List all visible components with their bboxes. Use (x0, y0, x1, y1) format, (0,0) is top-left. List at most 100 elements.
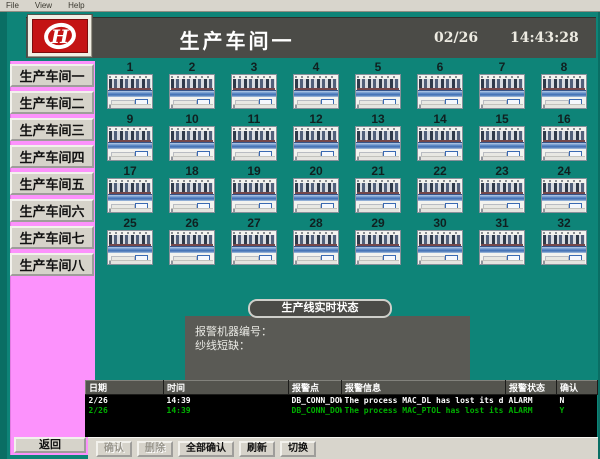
machine-icon-detail (357, 156, 399, 160)
machine-cell[interactable]: 30 (409, 217, 471, 269)
alarm-state: ALARM (506, 395, 557, 406)
machine-cell[interactable]: 23 (471, 165, 533, 217)
machine-icon-detail (108, 142, 152, 149)
machine-cell[interactable]: 28 (285, 217, 347, 269)
alarm-row[interactable]: 2/26 14:39 DB_CONN_DOWN The process MAC_… (86, 405, 598, 415)
machine-icon (293, 178, 339, 213)
machine-icon-detail (170, 142, 214, 149)
machine-cell[interactable]: 27 (223, 217, 285, 269)
machine-cell[interactable]: 29 (347, 217, 409, 269)
machine-icon-detail (418, 194, 462, 201)
menu-item[interactable]: Help (68, 0, 84, 12)
machine-cell[interactable]: 31 (471, 217, 533, 269)
machine-number: 8 (533, 61, 595, 74)
machine-icon-detail (295, 183, 337, 194)
machine-cell[interactable]: 4 (285, 61, 347, 113)
sidebar-item-workshop[interactable]: 生产车间三 (10, 118, 94, 141)
machine-cell[interactable]: 13 (347, 113, 409, 165)
machine-icon-detail (543, 128, 585, 130)
toolbar-button[interactable]: 切换 (280, 441, 316, 457)
machine-cell[interactable]: 12 (285, 113, 347, 165)
machine-cell[interactable]: 24 (533, 165, 595, 217)
machine-cell[interactable]: 21 (347, 165, 409, 217)
alarm-table: 日期时间报警点报警信息报警状态确认 2/26 14:39 DB_CONN_DOW… (85, 380, 597, 437)
back-button[interactable]: 返回 (14, 437, 86, 453)
sidebar-item-workshop[interactable]: 生产车间二 (10, 91, 94, 114)
machine-cell[interactable]: 26 (161, 217, 223, 269)
toolbar-button[interactable]: 全部确认 (178, 441, 234, 457)
sidebar-item-workshop[interactable]: 生产车间八 (10, 253, 94, 276)
machine-icon-detail (295, 235, 337, 246)
machine-icon-detail (233, 232, 275, 234)
machine-icon-detail (419, 104, 461, 108)
machine-icon (541, 178, 587, 213)
machine-cell[interactable]: 2 (161, 61, 223, 113)
machine-icon-detail (419, 235, 461, 246)
machine-icon-detail (232, 246, 276, 253)
header: 生产车间一 02/26 14:43:28 (26, 17, 596, 58)
machine-cell[interactable]: 19 (223, 165, 285, 217)
machine-cell[interactable]: 18 (161, 165, 223, 217)
machine-icon-detail (295, 104, 337, 108)
toolbar-button[interactable]: 确认 (96, 441, 132, 457)
menu-item[interactable]: View (35, 0, 52, 12)
machine-icon-detail (481, 260, 523, 264)
machine-cell[interactable]: 5 (347, 61, 409, 113)
sidebar-item-workshop[interactable]: 生产车间五 (10, 172, 94, 195)
toolbar-button[interactable]: 删除 (137, 441, 173, 457)
machine-icon-detail (357, 235, 399, 246)
machine-icon-detail (294, 194, 338, 201)
sidebar-item-workshop[interactable]: 生产车间七 (10, 226, 94, 249)
machine-cell[interactable]: 15 (471, 113, 533, 165)
machine-cell[interactable]: 32 (533, 217, 595, 269)
alarm-toolbar: 确认删除全部确认刷新切换 (88, 437, 598, 459)
machine-icon (479, 74, 525, 109)
machine-number: 25 (99, 217, 161, 230)
sidebar-item-workshop[interactable]: 生产车间四 (10, 145, 94, 168)
machine-icon-detail (171, 180, 213, 182)
machine-icon-detail (418, 142, 462, 149)
machine-icon (231, 74, 277, 109)
alarm-column-header: 报警信息 (342, 381, 506, 395)
sidebar-item-workshop[interactable]: 生产车间六 (10, 199, 94, 222)
machine-icon-detail (356, 194, 400, 201)
machine-icon-detail (481, 156, 523, 160)
machine-grid: 1 2 (99, 61, 595, 269)
machine-icon-detail (357, 76, 399, 78)
machine-icon-detail (481, 79, 523, 90)
toolbar-button[interactable]: 刷新 (239, 441, 275, 457)
machine-icon (293, 230, 339, 265)
machine-number: 13 (347, 113, 409, 126)
machine-icon (355, 74, 401, 109)
machine-cell[interactable]: 8 (533, 61, 595, 113)
machine-cell[interactable]: 7 (471, 61, 533, 113)
sidebar-item-workshop[interactable]: 生产车间一 (10, 64, 94, 87)
machine-cell[interactable]: 16 (533, 113, 595, 165)
machine-cell[interactable]: 3 (223, 61, 285, 113)
machine-number: 29 (347, 217, 409, 230)
machine-cell[interactable]: 11 (223, 113, 285, 165)
machine-cell[interactable]: 9 (99, 113, 161, 165)
machine-icon-detail (232, 90, 276, 97)
time-display: 14:43:28 (510, 30, 579, 46)
machine-cell[interactable]: 17 (99, 165, 161, 217)
machine-icon-detail (171, 232, 213, 234)
machine-cell[interactable]: 14 (409, 113, 471, 165)
machine-number: 11 (223, 113, 285, 126)
machine-icon (169, 126, 215, 161)
machine-icon-detail (109, 131, 151, 142)
machine-cell[interactable]: 10 (161, 113, 223, 165)
left-border (0, 12, 7, 459)
machine-cell[interactable]: 1 (99, 61, 161, 113)
alarm-row[interactable]: 2/26 14:39 DB_CONN_DOWN The process MAC_… (86, 395, 598, 406)
machine-cell[interactable]: 20 (285, 165, 347, 217)
machine-icon-detail (356, 142, 400, 149)
machine-cell[interactable]: 25 (99, 217, 161, 269)
machine-icon-detail (480, 142, 524, 149)
menu-item[interactable]: File (6, 0, 19, 12)
machine-icon-detail (109, 79, 151, 90)
machine-icon-detail (481, 131, 523, 142)
machine-number: 18 (161, 165, 223, 178)
machine-cell[interactable]: 6 (409, 61, 471, 113)
machine-cell[interactable]: 22 (409, 165, 471, 217)
